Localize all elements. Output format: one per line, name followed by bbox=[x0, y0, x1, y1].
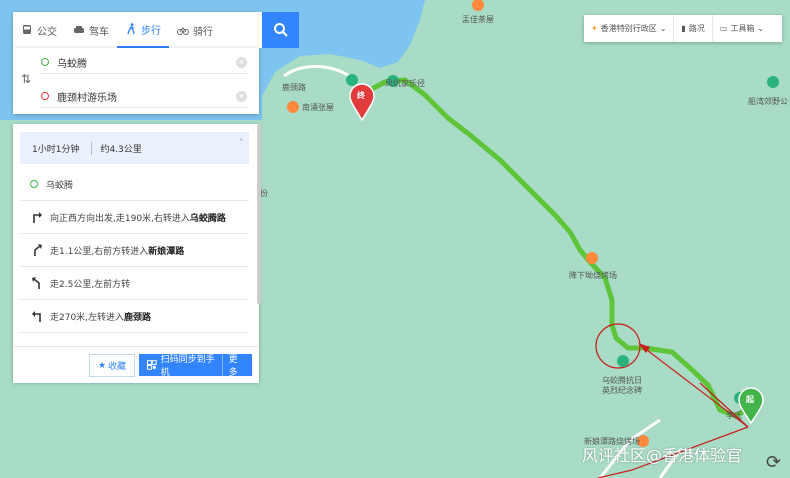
route-duration: 1小时1分钟 bbox=[32, 144, 80, 155]
start-dot-icon bbox=[41, 58, 49, 66]
start-marker-label: 起 bbox=[746, 395, 754, 404]
route-summary[interactable]: 1小时1分钟 约4.3公里 ˄ bbox=[20, 132, 249, 164]
route-actions: ★ 收藏 扫码同步到手机 更多 bbox=[13, 346, 259, 383]
start-input-value: 乌蛟腾 bbox=[57, 58, 87, 70]
search-icon bbox=[273, 23, 288, 37]
route-step[interactable]: 走270米,左转进入 鹿颈路 bbox=[20, 300, 249, 333]
end-input-value: 鹿颈村游乐场 bbox=[57, 92, 117, 104]
end-marker-label: 终 bbox=[357, 91, 365, 100]
map-label-restaurant: 南涌张屋 bbox=[302, 103, 334, 112]
scan-sync-button[interactable]: 扫码同步到手机 更多 bbox=[139, 354, 252, 378]
top-place-icon bbox=[472, 0, 484, 11]
favorite-label: 收藏 bbox=[108, 362, 127, 372]
map-label-top-place: 盂佳茶屋 bbox=[462, 15, 494, 24]
start-input[interactable]: 乌蛟腾 ✕ bbox=[41, 51, 247, 74]
tab-walk[interactable]: 步行 bbox=[117, 12, 169, 48]
traffic-light-icon: ▮ bbox=[681, 24, 686, 33]
bbq-icon bbox=[586, 252, 598, 264]
region-selector[interactable]: ✦ 香港特别行政区 ⌄ bbox=[584, 15, 675, 42]
watermark: 风评社区@香港体验官 bbox=[582, 446, 743, 465]
map-toolbar: ✦ 香港特别行政区 ⌄ ▮ 路况 ▭ 工具箱 ⌄ bbox=[584, 15, 782, 42]
tab-walk-label: 步行 bbox=[141, 25, 161, 37]
walking-route bbox=[359, 77, 751, 419]
step-3-text: 走2.5公里,左前方转 bbox=[50, 279, 131, 290]
walk-icon bbox=[127, 23, 135, 35]
route-step[interactable]: 走2.5公里,左前方转 bbox=[20, 267, 249, 300]
route-scrollbar[interactable] bbox=[257, 124, 261, 304]
tab-bus[interactable]: 公交 bbox=[13, 12, 65, 48]
qr-code-icon bbox=[147, 360, 157, 370]
tab-bus-label: 公交 bbox=[37, 26, 57, 38]
toolbox-button[interactable]: ▭ 工具箱 ⌄ bbox=[713, 15, 771, 42]
route-step[interactable]: 向正西方向出发,走190米,右转进入 乌蛟腾路 bbox=[20, 201, 249, 234]
traffic-label: 路况 bbox=[688, 24, 705, 33]
park-icon bbox=[767, 76, 779, 88]
traffic-button[interactable]: ▮ 路况 bbox=[674, 15, 713, 42]
collapse-icon[interactable]: ˄ bbox=[239, 138, 243, 147]
end-input[interactable]: 鹿颈村游乐场 ✕ bbox=[41, 85, 247, 108]
tab-bike-label: 骑行 bbox=[193, 26, 213, 38]
step-1-road: 乌蛟腾路 bbox=[189, 213, 226, 224]
tab-bike[interactable]: 骑行 bbox=[169, 12, 221, 48]
bus-icon bbox=[23, 25, 31, 34]
swap-icon[interactable]: ⇅ bbox=[21, 72, 31, 86]
route-start-name: 乌蛟腾 bbox=[46, 180, 74, 191]
tab-car[interactable]: 驾车 bbox=[65, 12, 117, 48]
map-label-park: 船湾郊野公 bbox=[748, 97, 788, 106]
region-label: 香港特别行政区 bbox=[600, 24, 657, 33]
slight-left-icon bbox=[32, 277, 40, 289]
route-endpoints: ⇅ 乌蛟腾 ✕ 鹿颈村游乐场 ✕ bbox=[13, 48, 259, 114]
map-label-side-char: 份 bbox=[260, 189, 268, 198]
map-label-start-short: 李氏 bbox=[726, 411, 742, 420]
start-dot-icon bbox=[30, 180, 38, 188]
map-label-road: 鹿颈路 bbox=[282, 83, 306, 92]
clear-start-icon[interactable]: ✕ bbox=[236, 56, 247, 68]
bike-icon bbox=[177, 27, 189, 35]
step-1-text: 向正西方向出发,走190米,右转进入 bbox=[50, 213, 190, 224]
refresh-icon[interactable]: ⟳ bbox=[766, 452, 781, 473]
memorial-icon bbox=[617, 355, 629, 367]
favorite-button[interactable]: ★ 收藏 bbox=[89, 354, 135, 377]
route-start-row: 乌蛟腾 bbox=[20, 168, 249, 201]
chevron-down-icon: ⌄ bbox=[659, 24, 667, 33]
map-label-memorial: 乌蛟腾抗日英烈纪念碑 bbox=[602, 376, 642, 395]
toolbox-icon: ▭ bbox=[719, 24, 728, 33]
map-label-bbq: 降下坳烧烤场 bbox=[569, 271, 617, 280]
more-button[interactable]: 更多 bbox=[221, 354, 252, 378]
turn-left-icon bbox=[32, 311, 41, 322]
restaurant-icon bbox=[287, 101, 299, 113]
turn-right-icon bbox=[33, 212, 42, 223]
toolbox-label: 工具箱 bbox=[730, 24, 755, 33]
end-dot-icon bbox=[41, 92, 49, 100]
transport-mode-tabs: 公交 驾车 步行 骑行 ✕ bbox=[13, 12, 281, 49]
step-2-text: 走1.1公里,右前方转进入 bbox=[50, 246, 149, 257]
step-4-text: 走270米,左转进入 bbox=[50, 312, 125, 323]
chevron-down-icon: ⌄ bbox=[757, 24, 765, 33]
route-details-panel: 1小时1分钟 约4.3公里 ˄ 乌蛟腾 向正西方向出发,走190米,右转进入 乌蛟… bbox=[13, 124, 261, 383]
step-2-road: 新娘潭路 bbox=[148, 246, 185, 257]
step-4-road: 鹿颈路 bbox=[124, 312, 152, 323]
region-icon: ✦ bbox=[591, 24, 598, 33]
route-step[interactable]: 走1.1公里,右前方转进入 新娘潭路 bbox=[20, 234, 249, 267]
tab-car-label: 驾车 bbox=[89, 26, 109, 38]
toilet-icon bbox=[346, 74, 358, 86]
search-button[interactable] bbox=[262, 12, 299, 48]
star-icon: ★ bbox=[97, 360, 107, 371]
road-left bbox=[283, 65, 353, 80]
route-distance: 约4.3公里 bbox=[91, 141, 142, 155]
map-label-trail: 凤坑家乐径 bbox=[385, 79, 425, 88]
clear-end-icon[interactable]: ✕ bbox=[236, 90, 247, 102]
slight-right-icon bbox=[34, 244, 42, 256]
car-icon bbox=[74, 26, 84, 33]
scan-sync-label: 扫码同步到手机 bbox=[160, 355, 215, 378]
